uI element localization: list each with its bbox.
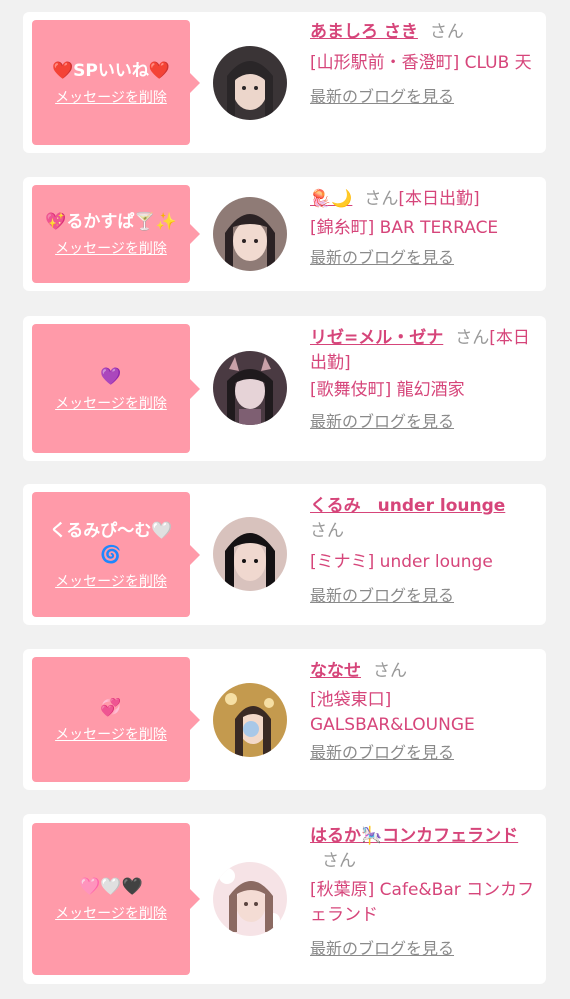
message-text: くるみぴ〜む🤍🌀 — [49, 520, 173, 565]
honorific: さん — [310, 521, 344, 541]
avatar-photo — [213, 197, 287, 271]
message-text: 🩷🤍🖤 — [79, 877, 143, 897]
message-bubble: ❤️SPいいね❤️ メッセージを削除 — [32, 20, 190, 145]
cast-name-link[interactable]: リゼ=メル・ゼナ — [310, 328, 443, 348]
cast-info: くるみ under lounge さん [ミナミ] under lounge 最新… — [310, 494, 540, 609]
avatar[interactable] — [213, 197, 287, 271]
honorific: さん — [322, 851, 356, 871]
honorific: さん — [429, 22, 464, 42]
message-text: 💞 — [100, 697, 122, 718]
latest-blog-link[interactable]: 最新のブログを見る — [310, 936, 454, 961]
cast-name-link[interactable]: あましろ さき — [310, 22, 418, 42]
latest-blog-link[interactable]: 最新のブログを見る — [310, 409, 454, 434]
message-text: 💜 — [100, 366, 122, 387]
shop-location: [ミナミ] under lounge — [310, 552, 493, 572]
avatar[interactable] — [213, 862, 287, 936]
delete-message-link[interactable]: メッセージを削除 — [55, 573, 167, 591]
honorific: さん — [373, 661, 407, 681]
avatar[interactable] — [213, 683, 287, 757]
delete-message-link[interactable]: メッセージを削除 — [55, 89, 167, 107]
honorific: さん — [364, 189, 399, 209]
cast-info: リゼ=メル・ゼナ さん[本日出勤] [歌舞伎町] 龍幻酒家 最新のブログを見る — [310, 326, 540, 435]
favorite-card: 💞 メッセージを削除 ななせ さん [池袋東口] GALSBAR&LOUNGE 最… — [23, 649, 546, 790]
message-bubble: くるみぴ〜む🤍🌀 メッセージを削除 — [32, 492, 190, 617]
cast-info: 🪼🌙 さん[本日出勤] [錦糸町] BAR TERRACE 最新のブログを見る — [310, 187, 540, 271]
favorite-card: ❤️SPいいね❤️ メッセージを削除 あましろ さき さん [山形駅前・香澄町] … — [23, 12, 546, 153]
message-bubble: 💖るかすぱ🍸✨ メッセージを削除 — [32, 185, 190, 283]
avatar-photo — [213, 351, 287, 425]
cast-info: あましろ さき さん [山形駅前・香澄町] CLUB 天 最新のブログを見る — [310, 20, 540, 110]
latest-blog-link[interactable]: 最新のブログを見る — [310, 740, 454, 765]
avatar-photo — [213, 683, 287, 757]
latest-blog-link[interactable]: 最新のブログを見る — [310, 84, 454, 109]
avatar-photo — [213, 517, 287, 591]
latest-blog-link[interactable]: 最新のブログを見る — [310, 245, 454, 270]
shop-location: [錦糸町] BAR TERRACE — [310, 218, 499, 238]
honorific: さん — [455, 328, 490, 348]
avatar-photo — [213, 46, 287, 120]
cast-info: ななせ さん [池袋東口] GALSBAR&LOUNGE 最新のブログを見る — [310, 659, 540, 766]
delete-message-link[interactable]: メッセージを削除 — [55, 726, 167, 744]
cast-name-link[interactable]: くるみ under lounge — [310, 496, 505, 516]
avatar-photo — [213, 862, 287, 936]
cast-info: はるか🎠コンカフェランドさん [秋葉原] Cafe&Bar コンカフェランド 最… — [310, 824, 540, 962]
message-bubble: 💜 メッセージを削除 — [32, 324, 190, 453]
favorite-card: くるみぴ〜む🤍🌀 メッセージを削除 くるみ under lounge さん [ミナ… — [23, 484, 546, 625]
status-badge: [本日出勤] — [398, 189, 480, 209]
message-text: 💖るかすぱ🍸✨ — [45, 212, 177, 232]
delete-message-link[interactable]: メッセージを削除 — [55, 240, 167, 258]
cast-name-link[interactable]: ななせ — [310, 661, 361, 681]
avatar[interactable] — [213, 46, 287, 120]
cast-name-link[interactable]: はるか🎠コンカフェランド — [310, 826, 518, 846]
avatar[interactable] — [213, 517, 287, 591]
favorite-card: 🩷🤍🖤 メッセージを削除 はるか🎠コンカフェランドさん [秋葉原] Cafe&B… — [23, 814, 546, 984]
latest-blog-link[interactable]: 最新のブログを見る — [310, 583, 454, 608]
shop-location: [山形駅前・香澄町] CLUB 天 — [310, 53, 532, 73]
delete-message-link[interactable]: メッセージを削除 — [55, 395, 167, 413]
message-bubble: 🩷🤍🖤 メッセージを削除 — [32, 823, 190, 975]
shop-location: [池袋東口] GALSBAR&LOUNGE — [310, 690, 475, 735]
shop-location: [秋葉原] Cafe&Bar コンカフェランド — [310, 880, 535, 925]
avatar[interactable] — [213, 351, 287, 425]
cast-name-link[interactable]: 🪼🌙 — [310, 189, 352, 209]
message-text: ❤️SPいいね❤️ — [51, 60, 171, 81]
delete-message-link[interactable]: メッセージを削除 — [55, 905, 167, 923]
message-bubble: 💞 メッセージを削除 — [32, 657, 190, 782]
shop-location: [歌舞伎町] 龍幻酒家 — [310, 380, 465, 400]
favorite-card: 💖るかすぱ🍸✨ メッセージを削除 🪼🌙 さん[本日出勤] [錦糸町] BAR TE… — [23, 177, 546, 291]
favorites-list: ❤️SPいいね❤️ メッセージを削除 あましろ さき さん [山形駅前・香澄町] … — [0, 0, 570, 999]
favorite-card: 💜 メッセージを削除 リゼ=メル・ゼナ さん[本日出勤] [歌舞伎町] 龍幻酒家 … — [23, 316, 546, 461]
